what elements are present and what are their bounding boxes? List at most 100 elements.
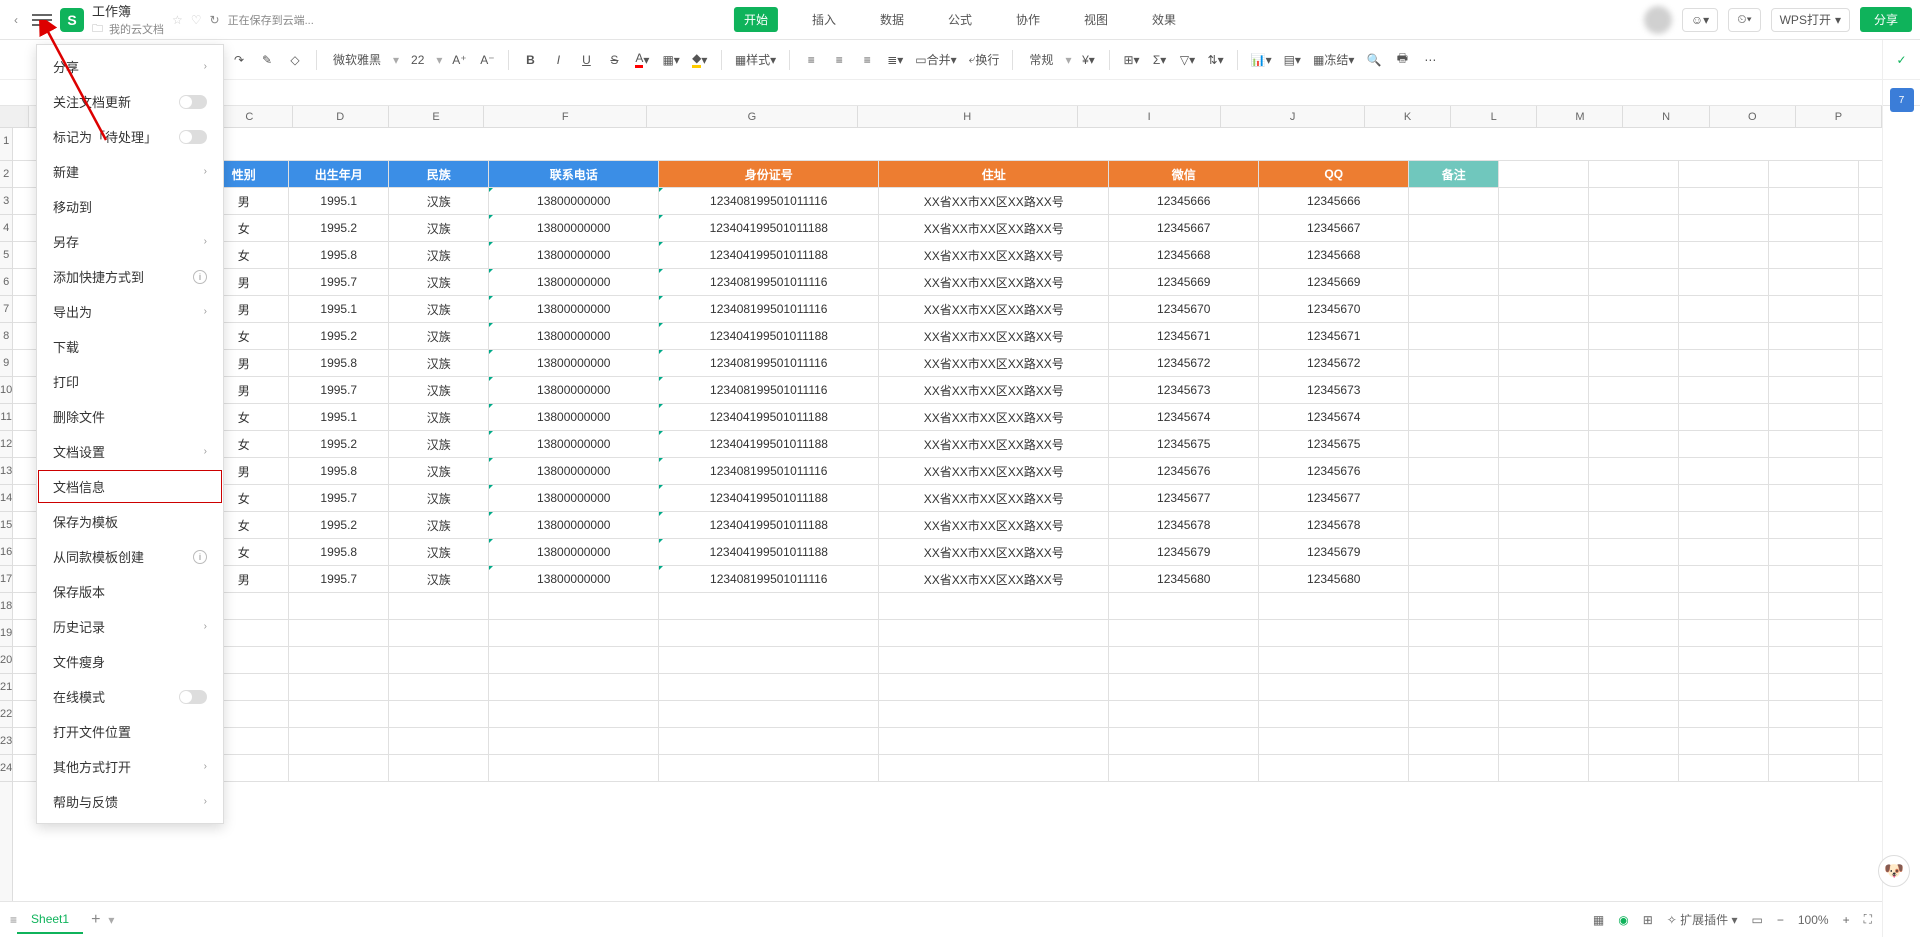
align-right-icon[interactable]: ≡ xyxy=(856,48,878,72)
empty-cell[interactable] xyxy=(1499,566,1589,592)
empty-cell[interactable] xyxy=(289,674,389,700)
empty-cell[interactable] xyxy=(1409,755,1499,781)
empty-cell[interactable] xyxy=(1589,593,1679,619)
empty-cell[interactable] xyxy=(1859,296,1882,322)
data-cell[interactable]: 12345678 xyxy=(1259,512,1409,538)
empty-cell[interactable] xyxy=(1859,242,1882,268)
empty-cell[interactable] xyxy=(1589,674,1679,700)
formula-input[interactable]: 信息统计表 xyxy=(85,84,1920,101)
empty-cell[interactable] xyxy=(1769,377,1859,403)
col-header-I[interactable]: I xyxy=(1078,106,1222,127)
data-cell[interactable]: 1995.2 xyxy=(289,431,389,457)
empty-cell[interactable] xyxy=(1859,728,1882,754)
header-cell-备注[interactable]: 备注 xyxy=(1409,161,1499,187)
data-cell[interactable]: 13800000000 xyxy=(489,539,659,565)
row-header-17[interactable]: 17 xyxy=(0,566,12,593)
data-cell[interactable]: 123408199501011116 xyxy=(659,350,879,376)
doc-location[interactable]: 我的云文档 xyxy=(109,21,164,37)
empty-cell[interactable] xyxy=(659,647,879,673)
data-cell[interactable]: 12345673 xyxy=(1109,377,1259,403)
header-cell-QQ[interactable]: QQ xyxy=(1259,161,1409,187)
data-cell[interactable]: 123408199501011116 xyxy=(659,377,879,403)
empty-cell[interactable] xyxy=(1679,215,1769,241)
empty-cell[interactable] xyxy=(1679,674,1769,700)
cell-style-button[interactable]: ▦ 样式▾ xyxy=(732,48,779,72)
empty-cell[interactable] xyxy=(489,593,659,619)
zoom-out-button[interactable]: − xyxy=(1777,913,1784,927)
row-header-12[interactable]: 12 xyxy=(0,431,12,458)
data-cell[interactable]: 13800000000 xyxy=(489,269,659,295)
empty-cell[interactable] xyxy=(1679,566,1769,592)
data-cell[interactable]: 123404199501011188 xyxy=(659,404,879,430)
row-header-1[interactable]: 1 xyxy=(0,128,12,161)
row-header-8[interactable]: 8 xyxy=(0,323,12,350)
empty-cell[interactable] xyxy=(1769,674,1859,700)
info-icon[interactable]: i xyxy=(193,550,207,564)
data-cell[interactable] xyxy=(1409,566,1499,592)
help-mascot-icon[interactable]: 🐶 xyxy=(1878,855,1910,887)
row-header-24[interactable]: 24 xyxy=(0,755,12,782)
empty-cell[interactable] xyxy=(1589,566,1679,592)
menu-item-添加快捷方式到[interactable]: 添加快捷方式到i xyxy=(37,259,223,294)
empty-cell[interactable] xyxy=(289,620,389,646)
data-cell[interactable]: 12345675 xyxy=(1259,431,1409,457)
data-cell[interactable]: 汉族 xyxy=(389,431,489,457)
row-header-19[interactable]: 19 xyxy=(0,620,12,647)
data-cell[interactable]: 123408199501011116 xyxy=(659,188,879,214)
empty-cell[interactable] xyxy=(1769,431,1859,457)
data-cell[interactable]: 123404199501011188 xyxy=(659,512,879,538)
empty-cell[interactable] xyxy=(1769,485,1859,511)
valign-icon[interactable]: ≣▾ xyxy=(884,48,906,72)
empty-cell[interactable] xyxy=(1859,701,1882,727)
data-cell[interactable] xyxy=(1409,539,1499,565)
header-cell-微信[interactable]: 微信 xyxy=(1109,161,1259,187)
empty-cell[interactable] xyxy=(1109,593,1259,619)
empty-cell[interactable] xyxy=(1589,215,1679,241)
sheet-tab[interactable]: Sheet1 xyxy=(17,906,83,934)
fill-color-icon[interactable]: ◆▾ xyxy=(689,48,711,72)
data-cell[interactable] xyxy=(1409,188,1499,214)
empty-cell[interactable] xyxy=(389,728,489,754)
filter-icon[interactable]: ▽▾ xyxy=(1177,48,1199,72)
empty-cell[interactable] xyxy=(1769,701,1859,727)
data-cell[interactable]: 1995.8 xyxy=(289,350,389,376)
col-header-D[interactable]: D xyxy=(293,106,389,127)
empty-cell[interactable] xyxy=(1679,242,1769,268)
empty-cell[interactable] xyxy=(1499,728,1589,754)
empty-cell[interactable] xyxy=(1589,377,1679,403)
empty-cell[interactable] xyxy=(1109,701,1259,727)
empty-cell[interactable] xyxy=(879,647,1109,673)
empty-cell[interactable] xyxy=(1259,620,1409,646)
data-cell[interactable]: 13800000000 xyxy=(489,377,659,403)
data-cell[interactable]: 汉族 xyxy=(389,566,489,592)
empty-cell[interactable] xyxy=(1679,485,1769,511)
wps-open-button[interactable]: WPS打开 ▾ xyxy=(1771,8,1850,32)
header-cell-出生年月[interactable]: 出生年月 xyxy=(289,161,389,187)
empty-cell[interactable] xyxy=(1679,539,1769,565)
conditional-format-icon[interactable]: ▤▾ xyxy=(1281,48,1304,72)
empty-cell[interactable] xyxy=(1589,269,1679,295)
empty-cell[interactable] xyxy=(1769,512,1859,538)
chart-icon[interactable]: 📊▾ xyxy=(1248,48,1275,72)
empty-cell[interactable] xyxy=(1679,755,1769,781)
empty-cell[interactable] xyxy=(1859,431,1882,457)
toggle-icon[interactable] xyxy=(179,130,207,144)
menu-item-从同款模板创建[interactable]: 从同款模板创建i xyxy=(37,539,223,574)
data-cell[interactable]: 12345672 xyxy=(1109,350,1259,376)
empty-cell[interactable] xyxy=(879,674,1109,700)
empty-cell[interactable] xyxy=(1499,620,1589,646)
font-name-select[interactable]: 微软雅黑 xyxy=(327,48,387,72)
align-center-icon[interactable]: ≡ xyxy=(828,48,850,72)
autosum-icon[interactable]: Σ▾ xyxy=(1149,48,1171,72)
empty-cell[interactable] xyxy=(489,674,659,700)
data-cell[interactable]: 123404199501011188 xyxy=(659,431,879,457)
data-cell[interactable]: 12345679 xyxy=(1109,539,1259,565)
empty-cell[interactable] xyxy=(1589,431,1679,457)
data-cell[interactable]: 汉族 xyxy=(389,539,489,565)
empty-cell[interactable] xyxy=(1859,620,1882,646)
history-button[interactable]: ⏲▾ xyxy=(1728,8,1760,32)
status-icon-2[interactable]: ◉ xyxy=(1618,913,1628,927)
tab-效果[interactable]: 效果 xyxy=(1142,7,1186,32)
data-cell[interactable] xyxy=(1409,431,1499,457)
menu-item-另存[interactable]: 另存› xyxy=(37,224,223,259)
